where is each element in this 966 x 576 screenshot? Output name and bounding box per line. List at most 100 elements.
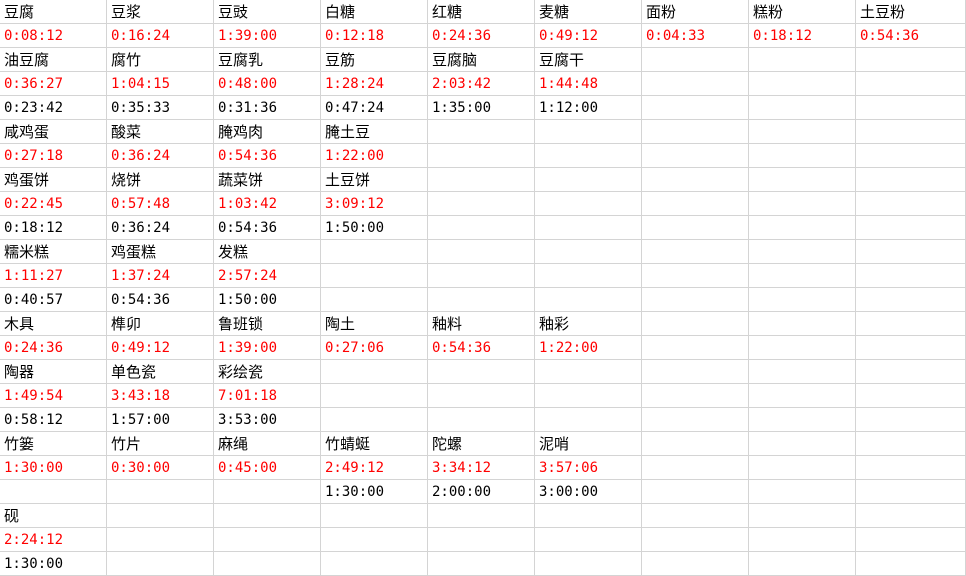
craft-time-cell[interactable] xyxy=(642,144,749,168)
base-time-cell[interactable] xyxy=(214,480,321,504)
item-name-cell[interactable] xyxy=(856,504,966,528)
base-time-cell[interactable]: 0:58:12 xyxy=(0,408,107,432)
item-name-cell[interactable] xyxy=(749,432,856,456)
craft-time-cell[interactable]: 2:57:24 xyxy=(214,264,321,288)
craft-time-cell[interactable] xyxy=(856,384,966,408)
craft-time-cell[interactable] xyxy=(749,456,856,480)
craft-time-cell[interactable]: 0:27:18 xyxy=(0,144,107,168)
craft-time-cell[interactable]: 0:57:48 xyxy=(107,192,214,216)
craft-time-cell[interactable]: 1:11:27 xyxy=(0,264,107,288)
item-name-cell[interactable]: 腐竹 xyxy=(107,48,214,72)
item-name-cell[interactable]: 鸡蛋饼 xyxy=(0,168,107,192)
base-time-cell[interactable] xyxy=(321,552,428,576)
base-time-cell[interactable]: 1:50:00 xyxy=(214,288,321,312)
craft-time-cell[interactable]: 1:04:15 xyxy=(107,72,214,96)
craft-time-cell[interactable] xyxy=(321,528,428,552)
item-name-cell[interactable] xyxy=(642,312,749,336)
craft-time-cell[interactable] xyxy=(749,384,856,408)
base-time-cell[interactable]: 0:31:36 xyxy=(214,96,321,120)
base-time-cell[interactable] xyxy=(856,216,966,240)
craft-time-cell[interactable]: 3:34:12 xyxy=(428,456,535,480)
craft-time-cell[interactable]: 0:12:18 xyxy=(321,24,428,48)
craft-time-cell[interactable] xyxy=(535,264,642,288)
craft-time-cell[interactable] xyxy=(642,192,749,216)
item-name-cell[interactable] xyxy=(321,504,428,528)
item-name-cell[interactable] xyxy=(642,360,749,384)
craft-time-cell[interactable]: 0:36:27 xyxy=(0,72,107,96)
item-name-cell[interactable]: 单色瓷 xyxy=(107,360,214,384)
item-name-cell[interactable] xyxy=(856,360,966,384)
item-name-cell[interactable]: 豆浆 xyxy=(107,0,214,24)
item-name-cell[interactable] xyxy=(856,432,966,456)
base-time-cell[interactable]: 3:53:00 xyxy=(214,408,321,432)
base-time-cell[interactable] xyxy=(749,480,856,504)
item-name-cell[interactable]: 豆腐干 xyxy=(535,48,642,72)
craft-time-cell[interactable] xyxy=(749,528,856,552)
item-name-cell[interactable]: 腌鸡肉 xyxy=(214,120,321,144)
craft-time-cell[interactable] xyxy=(642,72,749,96)
base-time-cell[interactable] xyxy=(856,96,966,120)
craft-time-cell[interactable]: 1:37:24 xyxy=(107,264,214,288)
item-name-cell[interactable]: 釉料 xyxy=(428,312,535,336)
craft-time-cell[interactable]: 0:36:24 xyxy=(107,144,214,168)
craft-time-cell[interactable] xyxy=(642,456,749,480)
craft-time-cell[interactable] xyxy=(749,192,856,216)
base-time-cell[interactable]: 1:12:00 xyxy=(535,96,642,120)
item-name-cell[interactable] xyxy=(535,240,642,264)
craft-time-cell[interactable] xyxy=(856,336,966,360)
base-time-cell[interactable] xyxy=(428,408,535,432)
craft-time-cell[interactable] xyxy=(749,336,856,360)
base-time-cell[interactable]: 1:30:00 xyxy=(0,552,107,576)
item-name-cell[interactable]: 麻绳 xyxy=(214,432,321,456)
base-time-cell[interactable] xyxy=(642,288,749,312)
craft-time-cell[interactable] xyxy=(321,384,428,408)
item-name-cell[interactable] xyxy=(428,120,535,144)
craft-time-cell[interactable]: 1:39:00 xyxy=(214,24,321,48)
base-time-cell[interactable] xyxy=(856,480,966,504)
item-name-cell[interactable]: 泥哨 xyxy=(535,432,642,456)
base-time-cell[interactable] xyxy=(749,288,856,312)
item-name-cell[interactable]: 竹蜻蜓 xyxy=(321,432,428,456)
item-name-cell[interactable]: 竹篓 xyxy=(0,432,107,456)
craft-time-cell[interactable]: 2:49:12 xyxy=(321,456,428,480)
craft-time-cell[interactable]: 0:48:00 xyxy=(214,72,321,96)
craft-time-cell[interactable]: 2:24:12 xyxy=(0,528,107,552)
item-name-cell[interactable] xyxy=(749,240,856,264)
craft-time-cell[interactable] xyxy=(321,264,428,288)
craft-time-cell[interactable]: 0:24:36 xyxy=(428,24,535,48)
craft-time-cell[interactable]: 1:30:00 xyxy=(0,456,107,480)
craft-time-cell[interactable]: 0:08:12 xyxy=(0,24,107,48)
item-name-cell[interactable] xyxy=(856,120,966,144)
craft-time-cell[interactable] xyxy=(856,528,966,552)
item-name-cell[interactable] xyxy=(535,360,642,384)
item-name-cell[interactable]: 鸡蛋糕 xyxy=(107,240,214,264)
craft-time-cell[interactable]: 3:57:06 xyxy=(535,456,642,480)
craft-time-cell[interactable] xyxy=(535,528,642,552)
craft-time-cell[interactable]: 1:22:00 xyxy=(321,144,428,168)
base-time-cell[interactable]: 1:30:00 xyxy=(321,480,428,504)
craft-time-cell[interactable] xyxy=(856,456,966,480)
craft-time-cell[interactable] xyxy=(428,384,535,408)
craft-time-cell[interactable]: 1:49:54 xyxy=(0,384,107,408)
item-name-cell[interactable]: 豆筋 xyxy=(321,48,428,72)
craft-time-cell[interactable] xyxy=(535,384,642,408)
base-time-cell[interactable]: 0:36:24 xyxy=(107,216,214,240)
base-time-cell[interactable] xyxy=(321,288,428,312)
item-name-cell[interactable]: 木具 xyxy=(0,312,107,336)
item-name-cell[interactable]: 鲁班锁 xyxy=(214,312,321,336)
item-name-cell[interactable]: 陀螺 xyxy=(428,432,535,456)
item-name-cell[interactable]: 釉彩 xyxy=(535,312,642,336)
base-time-cell[interactable] xyxy=(535,552,642,576)
craft-time-cell[interactable]: 2:03:42 xyxy=(428,72,535,96)
item-name-cell[interactable] xyxy=(856,168,966,192)
craft-time-cell[interactable] xyxy=(107,528,214,552)
item-name-cell[interactable] xyxy=(535,504,642,528)
craft-time-cell[interactable]: 0:04:33 xyxy=(642,24,749,48)
base-time-cell[interactable] xyxy=(856,408,966,432)
craft-time-cell[interactable]: 0:45:00 xyxy=(214,456,321,480)
item-name-cell[interactable] xyxy=(749,504,856,528)
base-time-cell[interactable] xyxy=(642,96,749,120)
item-name-cell[interactable] xyxy=(321,240,428,264)
craft-time-cell[interactable]: 7:01:18 xyxy=(214,384,321,408)
item-name-cell[interactable] xyxy=(428,168,535,192)
